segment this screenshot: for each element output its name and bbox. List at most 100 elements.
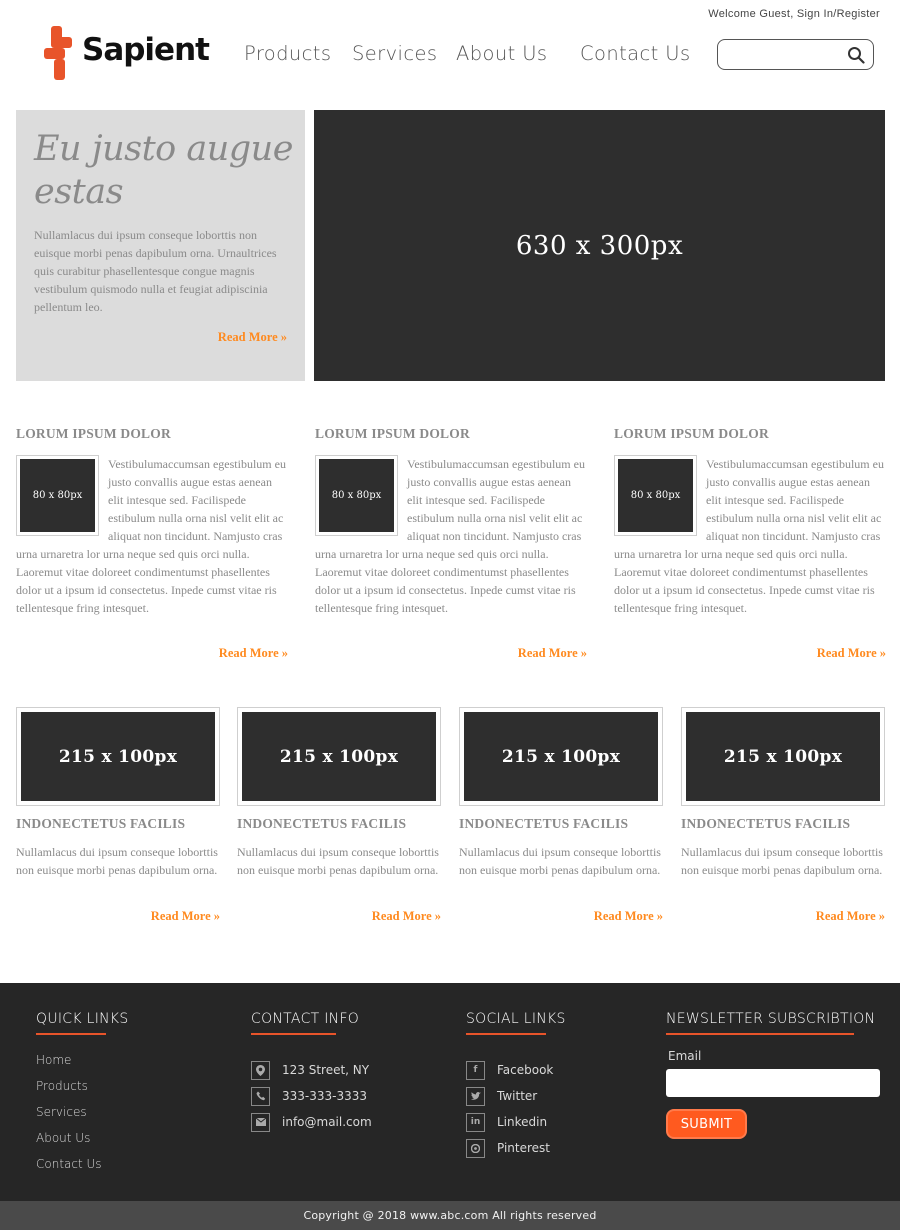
article-thumbnail: 80 x 80px xyxy=(315,455,398,536)
article-2: LORUM IPSUM DOLOR 80 x 80px Vestibulumac… xyxy=(315,425,587,660)
card-read-more-link[interactable]: Read More » xyxy=(594,909,663,924)
contact-phone: 333-333-3333 xyxy=(251,1083,372,1109)
contact-email: info@mail.com xyxy=(251,1109,372,1135)
card-title: INDONECTETUS FACILIS xyxy=(681,816,851,831)
footer-link-contact-us[interactable]: Contact Us xyxy=(36,1157,102,1171)
article-thumbnail: 80 x 80px xyxy=(614,455,697,536)
search-icon[interactable] xyxy=(847,46,865,64)
nav-about-us[interactable]: About Us xyxy=(456,42,547,65)
card-text: Nullamlacus dui ipsum conseque loborttis… xyxy=(681,845,883,877)
hero-title: Eu justo augue estas xyxy=(34,129,293,212)
article-title: LORUM IPSUM DOLOR xyxy=(16,426,171,441)
article-body: 80 x 80px Vestibulumaccumsan egestibulum… xyxy=(16,455,288,617)
article-1: LORUM IPSUM DOLOR 80 x 80px Vestibulumac… xyxy=(16,425,288,660)
card-image: 215 x 100px xyxy=(237,707,441,806)
contact-info-list: 123 Street, NY 333-333-3333 info@mail.co… xyxy=(251,1057,372,1135)
social-link-linkedin[interactable]: in Linkedin xyxy=(466,1109,566,1135)
social-links-heading: SOCIAL LINKS xyxy=(466,1011,566,1027)
social-link-label[interactable]: Twitter xyxy=(497,1089,537,1103)
contact-email-text[interactable]: info@mail.com xyxy=(282,1115,372,1129)
copyright-bar: Copyright @ 2018 www.abc.com All rights … xyxy=(0,1201,900,1230)
twitter-icon xyxy=(466,1086,485,1106)
logo-mark-icon xyxy=(44,26,72,80)
linkedin-icon: in xyxy=(466,1112,485,1132)
thumbnail-label: 80 x 80px xyxy=(20,459,95,532)
thumbnail-label: 80 x 80px xyxy=(618,459,693,532)
newsletter-section: NEWSLETTER SUBSCRIBTION Email SUBMIT xyxy=(666,1011,880,1139)
logo[interactable]: Sapient xyxy=(44,26,210,82)
article-read-more-link[interactable]: Read More » xyxy=(817,646,886,661)
footer: QUICK LINKS Home Products Services About… xyxy=(0,983,900,1201)
hero-text-box: Eu justo augue estas Nullamlacus dui ips… xyxy=(16,110,305,381)
newsletter-email-input[interactable] xyxy=(666,1069,880,1097)
nav-services[interactable]: Services xyxy=(352,42,437,65)
contact-address-text: 123 Street, NY xyxy=(282,1063,370,1077)
facebook-icon: f xyxy=(466,1060,485,1080)
social-links-section: SOCIAL LINKS f Facebook Twitter in Linke… xyxy=(466,1011,566,1161)
card-title: INDONECTETUS FACILIS xyxy=(16,816,186,831)
social-link-facebook[interactable]: f Facebook xyxy=(466,1057,566,1083)
feature-card-2: 215 x 100px INDONECTETUS FACILIS Nullaml… xyxy=(237,707,441,923)
contact-address: 123 Street, NY xyxy=(251,1057,372,1083)
phone-icon xyxy=(251,1086,270,1106)
feature-card-4: 215 x 100px INDONECTETUS FACILIS Nullaml… xyxy=(681,707,885,923)
card-image: 215 x 100px xyxy=(16,707,220,806)
social-link-pinterest[interactable]: Pinterest xyxy=(466,1135,566,1161)
card-read-more-link[interactable]: Read More » xyxy=(816,909,885,924)
social-link-twitter[interactable]: Twitter xyxy=(466,1083,566,1109)
card-image: 215 x 100px xyxy=(681,707,885,806)
heading-underline xyxy=(466,1033,546,1035)
nav-contact-us[interactable]: Contact Us xyxy=(580,42,691,65)
search-box xyxy=(717,39,874,70)
feature-card-3: 215 x 100px INDONECTETUS FACILIS Nullaml… xyxy=(459,707,663,923)
card-image-label: 215 x 100px xyxy=(686,712,880,801)
envelope-icon xyxy=(251,1112,270,1132)
newsletter-submit-button[interactable]: SUBMIT xyxy=(666,1109,747,1139)
article-title: LORUM IPSUM DOLOR xyxy=(315,426,470,441)
newsletter-heading: NEWSLETTER SUBSCRIBTION xyxy=(666,1011,876,1027)
card-title: INDONECTETUS FACILIS xyxy=(237,816,407,831)
card-image-label: 215 x 100px xyxy=(464,712,658,801)
social-link-label[interactable]: Pinterest xyxy=(497,1141,550,1155)
footer-link-products[interactable]: Products xyxy=(36,1079,88,1093)
contact-phone-text[interactable]: 333-333-3333 xyxy=(282,1089,367,1103)
quick-links-section: QUICK LINKS Home Products Services About… xyxy=(36,1011,129,1183)
footer-link-about-us[interactable]: About Us xyxy=(36,1131,90,1145)
contact-info-heading: CONTACT INFO xyxy=(251,1011,360,1027)
search-input[interactable] xyxy=(726,45,841,63)
map-marker-icon xyxy=(251,1060,270,1080)
social-link-label[interactable]: Linkedin xyxy=(497,1115,547,1129)
footer-link-home[interactable]: Home xyxy=(36,1053,71,1067)
card-text: Nullamlacus dui ipsum conseque loborttis… xyxy=(16,845,218,877)
card-image: 215 x 100px xyxy=(459,707,663,806)
nav-products[interactable]: Products xyxy=(244,42,331,65)
quick-links-heading: QUICK LINKS xyxy=(36,1011,129,1027)
article-body: 80 x 80px Vestibulumaccumsan egestibulum… xyxy=(614,455,886,617)
article-3: LORUM IPSUM DOLOR 80 x 80px Vestibulumac… xyxy=(614,425,886,660)
social-links-list: f Facebook Twitter in Linkedin Pinterest xyxy=(466,1057,566,1161)
logo-text: Sapient xyxy=(82,32,210,68)
heading-underline xyxy=(36,1033,106,1035)
pinterest-icon xyxy=(466,1138,485,1158)
card-image-label: 215 x 100px xyxy=(242,712,436,801)
article-read-more-link[interactable]: Read More » xyxy=(518,646,587,661)
article-thumbnail: 80 x 80px xyxy=(16,455,99,536)
card-text: Nullamlacus dui ipsum conseque loborttis… xyxy=(459,845,661,877)
thumbnail-label: 80 x 80px xyxy=(319,459,394,532)
card-title: INDONECTETUS FACILIS xyxy=(459,816,629,831)
footer-link-services[interactable]: Services xyxy=(36,1105,87,1119)
card-image-label: 215 x 100px xyxy=(21,712,215,801)
article-title: LORUM IPSUM DOLOR xyxy=(614,426,769,441)
email-label: Email xyxy=(668,1049,702,1063)
article-read-more-link[interactable]: Read More » xyxy=(219,646,288,661)
hero-text: Nullamlacus dui ipsum conseque loborttis… xyxy=(34,228,277,314)
card-read-more-link[interactable]: Read More » xyxy=(372,909,441,924)
hero-read-more-link[interactable]: Read More » xyxy=(218,330,287,345)
article-body: 80 x 80px Vestibulumaccumsan egestibulum… xyxy=(315,455,587,617)
feature-card-1: 215 x 100px INDONECTETUS FACILIS Nullaml… xyxy=(16,707,220,923)
contact-info-section: CONTACT INFO 123 Street, NY 333-333-3333… xyxy=(251,1011,372,1135)
social-link-label[interactable]: Facebook xyxy=(497,1063,553,1077)
hero-image-placeholder: 630 x 300px xyxy=(314,110,885,381)
card-read-more-link[interactable]: Read More » xyxy=(151,909,220,924)
welcome-signin-text[interactable]: Welcome Guest, Sign In/Register xyxy=(708,8,880,20)
